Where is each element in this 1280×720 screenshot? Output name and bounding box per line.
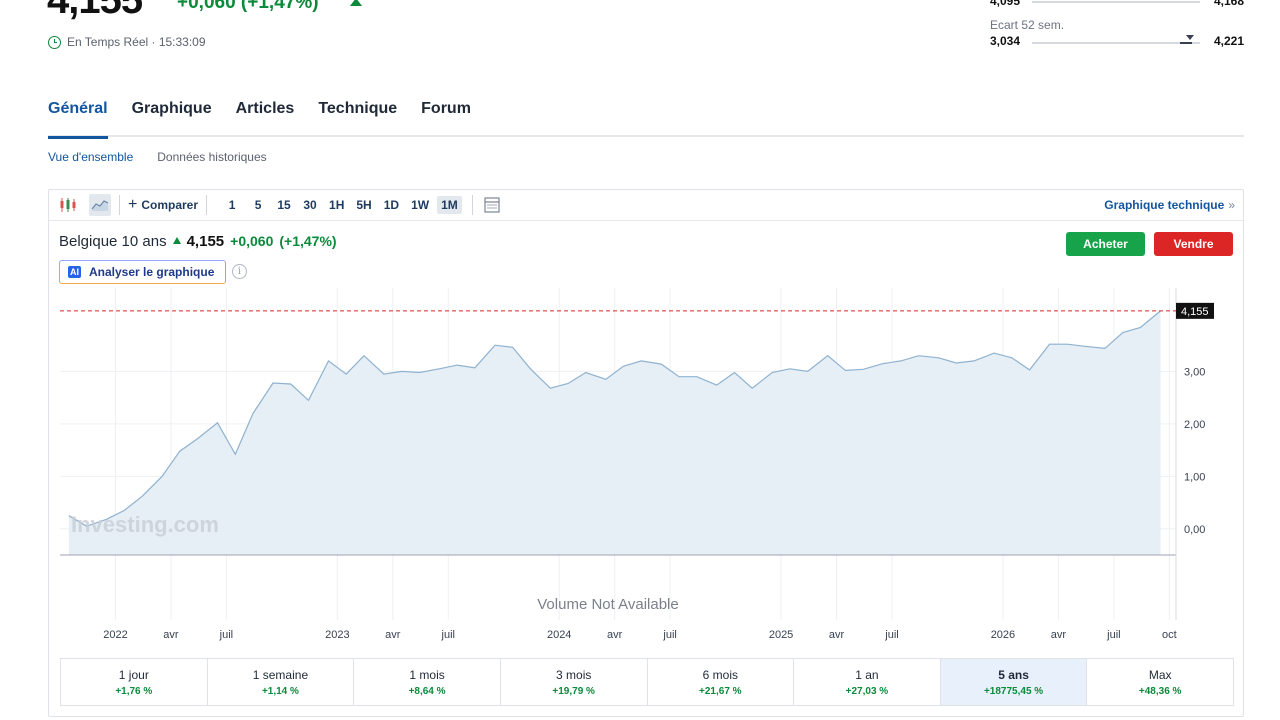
period-label: 1 mois <box>409 667 445 682</box>
period-label: 1 semaine <box>252 667 309 682</box>
period-value: +27,03 % <box>845 685 889 697</box>
realtime-status: En Temps Réel · 15:33:09 <box>48 35 206 49</box>
period-value: +1,14 % <box>261 685 299 697</box>
x-tick-label: avr <box>1051 629 1067 641</box>
range-52-weeks: Ecart 52 sem. 3,034 4,221 <box>990 18 1244 52</box>
range-52-fill <box>1180 42 1192 44</box>
period-label: 6 mois <box>702 667 738 682</box>
y-tick-label: 3,00 <box>1184 366 1205 378</box>
chart-card: + Comparer 1 5 15 30 1H 5H 1D 1W 1M Grap… <box>48 189 1244 717</box>
sub-tabs: Vue d'ensemble Données historiques <box>48 150 267 164</box>
y-tick-label: 0,00 <box>1184 524 1205 536</box>
period-3-months[interactable]: 3 mois +19,79 % <box>501 659 648 705</box>
day-range-high: 4,168 <box>1213 0 1244 8</box>
period-max[interactable]: Max +48,36 % <box>1087 659 1233 705</box>
clock-icon <box>48 35 61 49</box>
period-value: +48,36 % <box>1138 685 1182 697</box>
subtab-overview[interactable]: Vue d'ensemble <box>48 150 133 164</box>
period-1-week[interactable]: 1 semaine +1,14 % <box>208 659 355 705</box>
day-range-low: 4,095 <box>990 0 1021 8</box>
main-tabs: Général Graphique Articles Technique For… <box>48 97 1244 139</box>
period-value: +18775,45 % <box>983 685 1044 697</box>
period-value: +8,64 % <box>408 685 446 697</box>
x-tick-label: juil <box>219 629 233 641</box>
x-tick-label: 2026 <box>991 629 1015 641</box>
range-52-bar <box>1032 42 1200 44</box>
y-tick-label: 1,00 <box>1184 471 1205 483</box>
tab-general[interactable]: Général <box>48 97 108 139</box>
period-value: +19,79 % <box>552 685 595 697</box>
period-value: +21,67 % <box>699 685 742 697</box>
x-tick-label: avr <box>163 629 179 641</box>
period-label: 1 an <box>855 667 879 682</box>
period-performance: 1 jour +1,76 % 1 semaine +1,14 % 1 mois … <box>60 658 1234 706</box>
x-tick-label: 2024 <box>547 629 571 641</box>
day-range-bar <box>1032 1 1200 3</box>
x-tick-label: juil <box>1106 629 1120 641</box>
period-label: 1 jour <box>118 667 149 682</box>
price-chart[interactable]: Investing.com 4,155 0,00 1,00 2,00 3,00 Volume… <box>49 190 1243 656</box>
quote-price: 4,155 <box>47 0 143 22</box>
volume-not-available: Volume Not Available <box>537 596 678 613</box>
x-tick-label: juil <box>884 629 898 641</box>
period-value: +1,76 % <box>115 685 153 697</box>
range-52-low: 3,034 <box>990 34 1021 48</box>
period-label: Max <box>1148 667 1172 682</box>
y-tick-label: 2,00 <box>1184 419 1205 431</box>
range-52-label: Ecart 52 sem. <box>990 18 1065 32</box>
period-5-years[interactable]: 5 ans +18775,45 % <box>940 659 1088 705</box>
tab-forum[interactable]: Forum <box>421 97 471 137</box>
up-arrow-icon <box>350 0 362 6</box>
x-tick-label: 2025 <box>769 629 793 641</box>
x-tick-label: oct <box>1162 629 1177 641</box>
x-tick-label: avr <box>385 629 401 641</box>
period-6-months[interactable]: 6 mois +21,67 % <box>648 659 795 705</box>
period-label: 3 mois <box>556 667 592 682</box>
period-1-day[interactable]: 1 jour +1,76 % <box>61 659 208 705</box>
range-52-high: 4,221 <box>1213 34 1244 48</box>
x-tick-label: 2022 <box>103 629 127 641</box>
period-1-year[interactable]: 1 an +27,03 % <box>794 659 941 705</box>
period-label: 5 ans <box>998 667 1029 682</box>
investing-watermark: Investing.com <box>71 512 219 537</box>
quote-change: +0,060 (+1,47%) <box>177 0 319 13</box>
x-tick-label: juil <box>441 629 455 641</box>
tab-graphique[interactable]: Graphique <box>132 97 212 137</box>
current-price-label: 4,155 <box>1181 306 1209 318</box>
range-52-marker <box>1186 35 1194 40</box>
x-tick-label: juil <box>662 629 676 641</box>
period-1-month[interactable]: 1 mois +8,64 % <box>354 659 501 705</box>
x-tick-label: 2023 <box>325 629 349 641</box>
realtime-label: En Temps Réel · 15:33:09 <box>67 35 206 49</box>
subtab-historical-data[interactable]: Données historiques <box>157 150 266 164</box>
x-tick-label: avr <box>607 629 623 641</box>
tab-technique[interactable]: Technique <box>318 97 397 137</box>
x-tick-label: avr <box>829 629 845 641</box>
tab-articles[interactable]: Articles <box>236 97 295 137</box>
